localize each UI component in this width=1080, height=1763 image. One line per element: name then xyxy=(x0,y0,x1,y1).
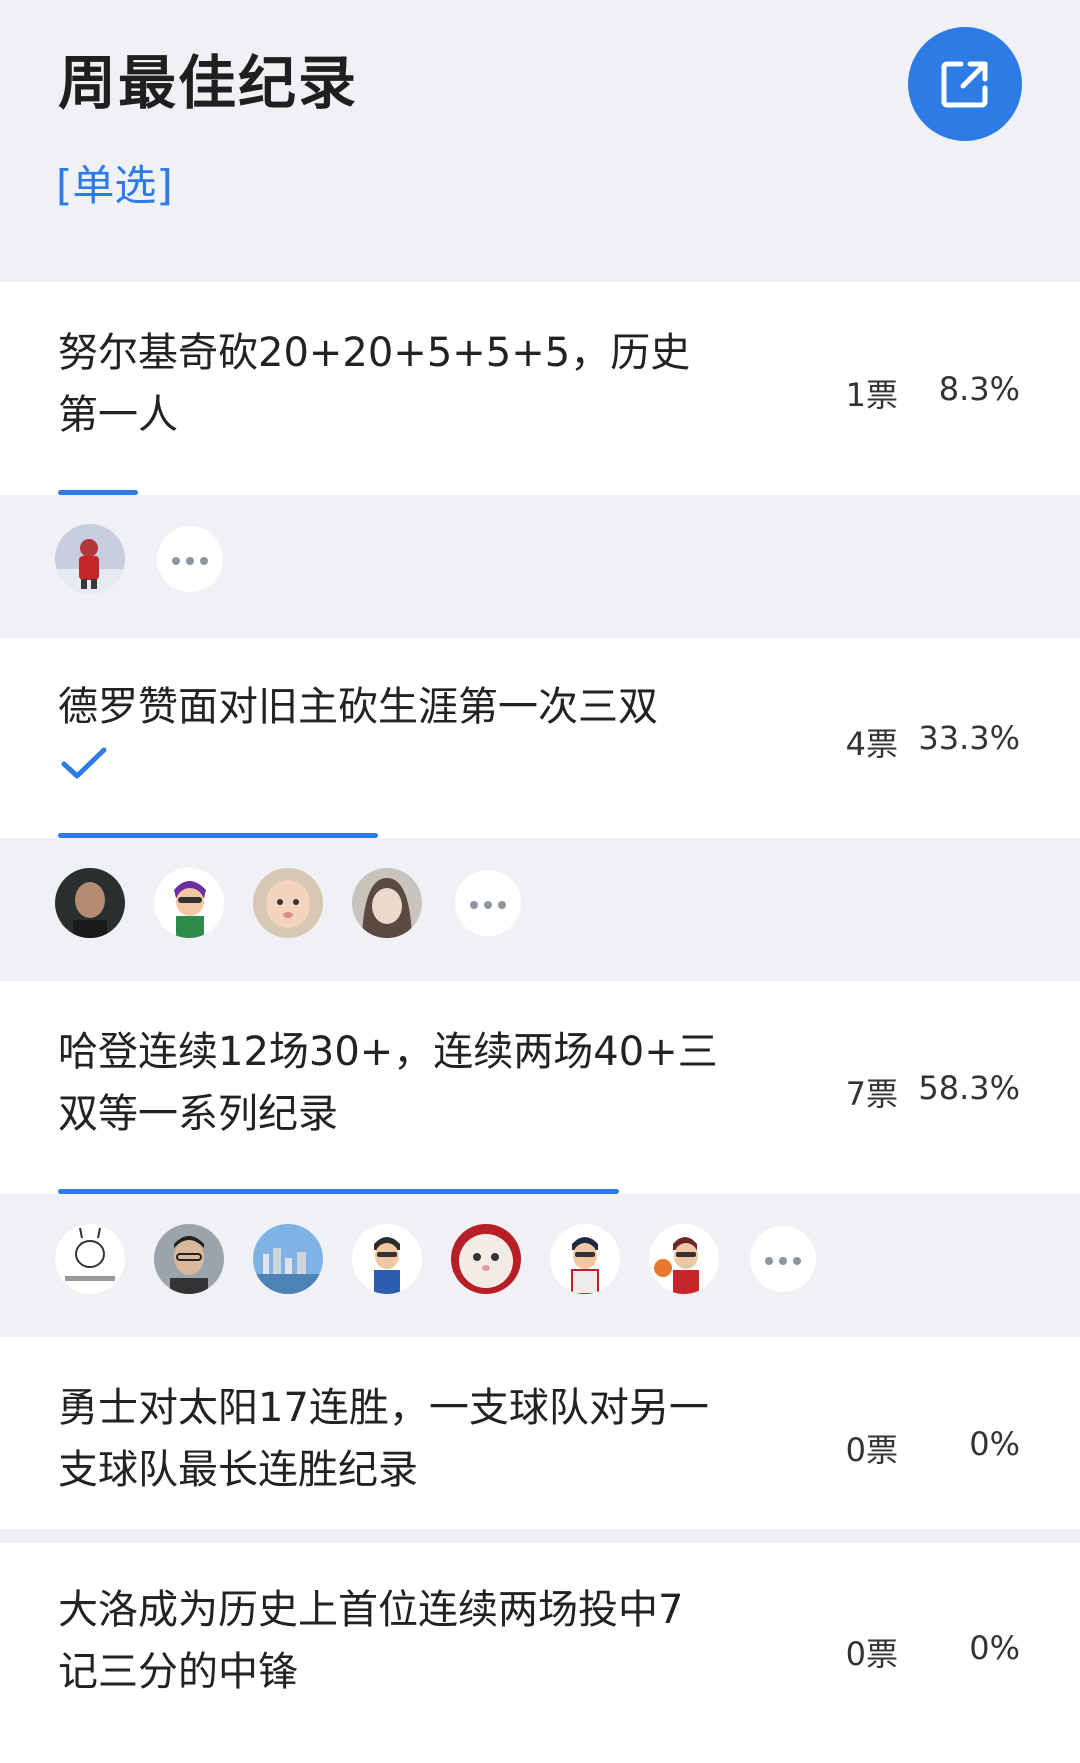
avatar[interactable] xyxy=(55,868,125,938)
avatar[interactable] xyxy=(352,1224,422,1294)
poll-option-1[interactable]: 努尔基奇砍20+20+5+5+5，历史第一人 1票 8.3% xyxy=(0,282,1080,495)
option-votes: 4票 xyxy=(845,725,898,763)
avatar[interactable] xyxy=(352,868,422,938)
option-text: 勇士对太阳17连胜，一支球队对另一支球队最长连胜纪录 xyxy=(58,1385,709,1493)
avatar[interactable] xyxy=(154,1224,224,1294)
option-text: 德罗赞面对旧主砍生涯第一次三双 xyxy=(58,684,658,730)
option-percent: 33.3% xyxy=(918,719,1020,757)
more-voters-button[interactable] xyxy=(157,526,223,592)
option-percent: 8.3% xyxy=(938,370,1020,408)
checkmark-icon xyxy=(60,746,108,784)
avatar[interactable] xyxy=(55,524,125,594)
more-voters-button[interactable] xyxy=(455,870,521,936)
share-button[interactable] xyxy=(908,27,1022,141)
poll-title: 周最佳纪录 xyxy=(58,49,359,117)
option-votes: 7票 xyxy=(845,1075,898,1113)
avatar[interactable] xyxy=(649,1224,719,1294)
external-link-icon xyxy=(941,61,988,108)
avatar[interactable] xyxy=(550,1224,620,1294)
poll-option-3[interactable]: 哈登连续12场30+，连续两场40+三双等一系列纪录 7票 58.3% xyxy=(0,981,1080,1194)
more-voters-button[interactable] xyxy=(750,1226,816,1292)
option-percent: 0% xyxy=(969,1425,1020,1463)
option-votes: 1票 xyxy=(845,376,898,414)
more-dots-icon xyxy=(467,894,509,913)
poll-type-label: [单选] xyxy=(56,161,173,210)
poll-option-2[interactable]: 德罗赞面对旧主砍生涯第一次三双 4票 33.3% xyxy=(0,638,1080,838)
poll-option-5[interactable]: 大洛成为历史上首位连续两场投中7记三分的中锋 0票 0% xyxy=(0,1543,1080,1763)
avatar[interactable] xyxy=(253,1224,323,1294)
option-votes: 0票 xyxy=(845,1635,898,1673)
voters-row-2 xyxy=(0,838,1080,981)
option-votes: 0票 xyxy=(845,1431,898,1469)
voters-row-1 xyxy=(0,495,1080,638)
option-percent: 58.3% xyxy=(918,1069,1020,1107)
poll-header: 周最佳纪录 [单选] xyxy=(0,0,1080,282)
option-text: 努尔基奇砍20+20+5+5+5，历史第一人 xyxy=(58,330,691,438)
more-dots-icon xyxy=(762,1250,804,1269)
voters-row-3 xyxy=(0,1194,1080,1337)
more-dots-icon xyxy=(169,550,211,569)
avatar[interactable] xyxy=(253,868,323,938)
avatar[interactable] xyxy=(451,1224,521,1294)
option-text: 哈登连续12场30+，连续两场40+三双等一系列纪录 xyxy=(58,1029,718,1137)
avatar[interactable] xyxy=(55,1224,125,1294)
poll-option-4[interactable]: 勇士对太阳17连胜，一支球队对另一支球队最长连胜纪录 0票 0% xyxy=(0,1337,1080,1529)
avatar[interactable] xyxy=(154,868,224,938)
option-text: 大洛成为历史上首位连续两场投中7记三分的中锋 xyxy=(58,1587,684,1695)
option-percent: 0% xyxy=(969,1629,1020,1667)
